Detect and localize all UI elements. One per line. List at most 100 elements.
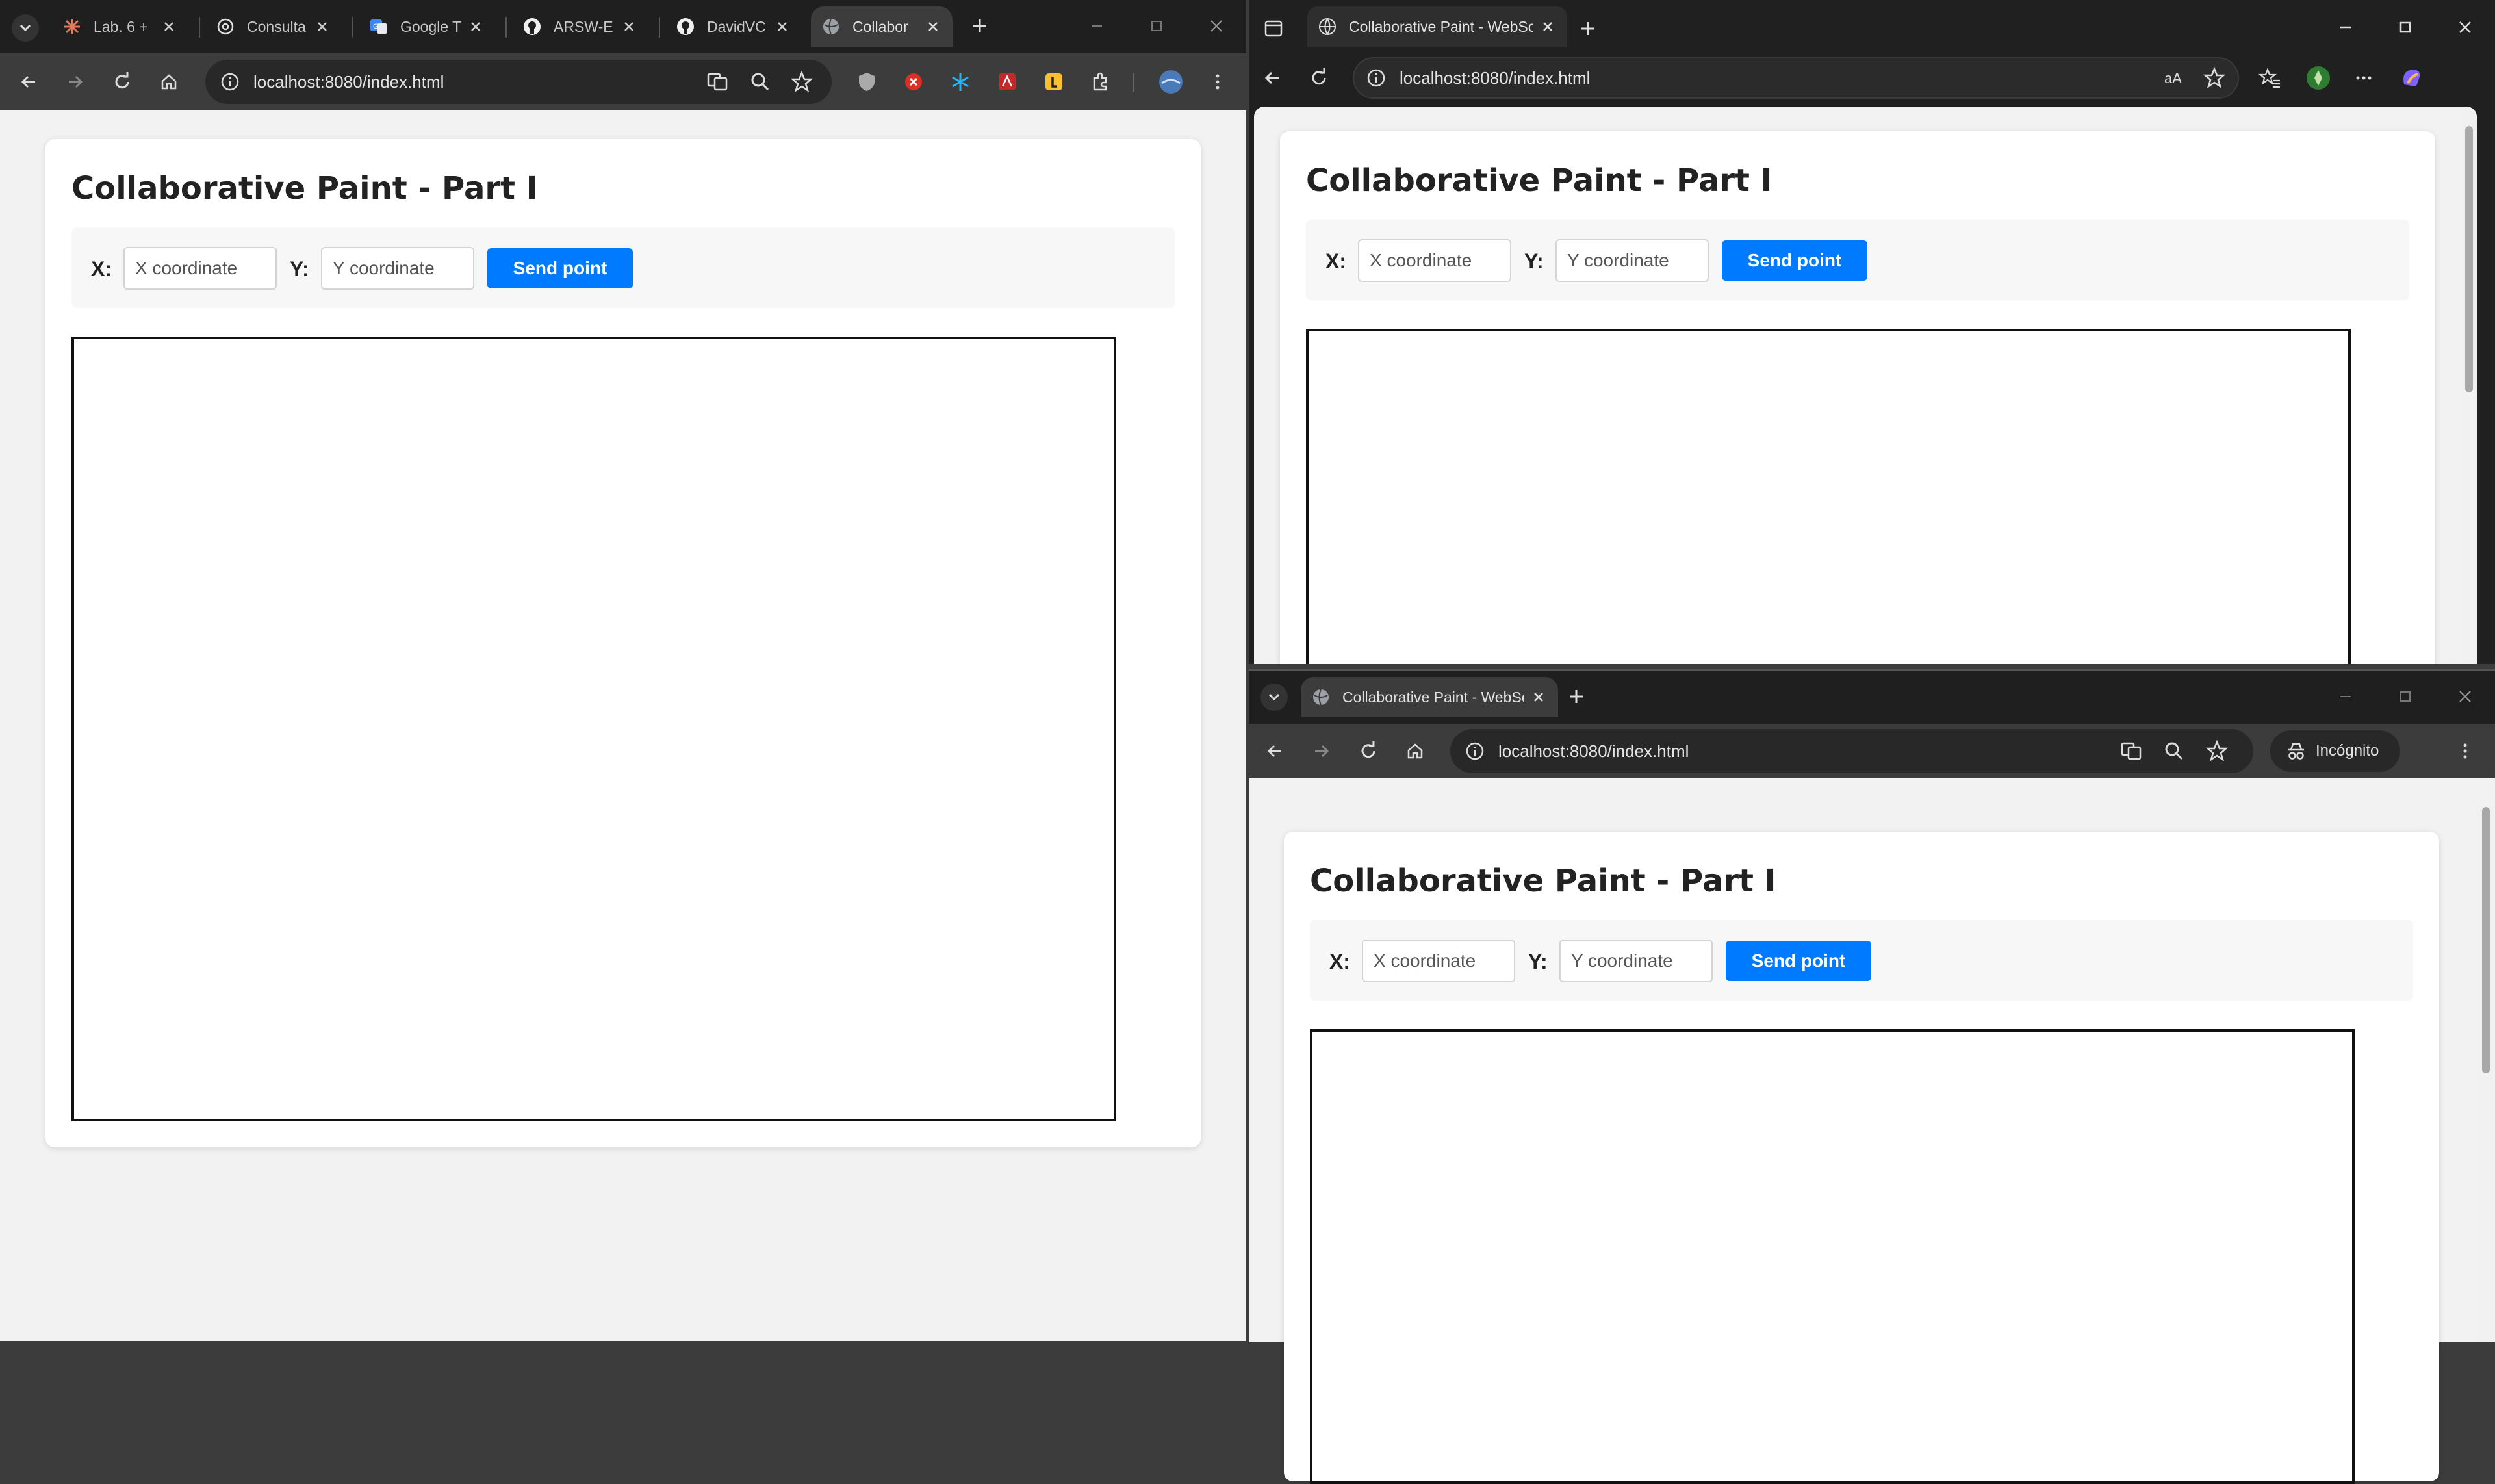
- back-icon[interactable]: [1260, 66, 1284, 90]
- x-coordinate-input[interactable]: [123, 247, 277, 290]
- vertical-scrollbar[interactable]: [2461, 107, 2477, 664]
- translate-icon[interactable]: [706, 70, 729, 94]
- y-coordinate-input[interactable]: [1559, 940, 1713, 982]
- page-viewport: Collaborative Paint - Part I X: Y: Send …: [1254, 107, 2477, 664]
- tab-collaborative-paint[interactable]: Collaborative Paint - WebSockets: [1307, 6, 1567, 47]
- snowflake-extension-icon[interactable]: [949, 70, 972, 94]
- site-info-icon[interactable]: [1463, 739, 1487, 763]
- tab-collaborative-paint[interactable]: Collabor: [811, 6, 953, 47]
- address-bar[interactable]: localhost:8080/index.html: [205, 60, 832, 104]
- new-tab-icon[interactable]: [1576, 17, 1600, 40]
- forward-icon[interactable]: [64, 70, 87, 94]
- bookmark-star-icon[interactable]: [2205, 739, 2229, 763]
- home-icon[interactable]: [1403, 739, 1427, 763]
- tab-collaborative-paint[interactable]: Collaborative Paint - WebSockets: [1301, 677, 1558, 717]
- close-icon[interactable]: [313, 18, 331, 36]
- menu-dots-icon[interactable]: [2352, 66, 2375, 90]
- extension-leaf-icon[interactable]: [2305, 65, 2331, 91]
- address-bar[interactable]: localhost:8080/index.html aA: [1353, 57, 2239, 99]
- l-extension-icon[interactable]: [1042, 70, 1066, 94]
- tab-title: DavidVC: [707, 18, 766, 35]
- profile-avatar-icon[interactable]: [1158, 69, 1184, 95]
- x-label: X:: [1329, 950, 1350, 973]
- vertical-scrollbar[interactable]: [2478, 804, 2494, 1342]
- incognito-badge[interactable]: Incógnito: [2270, 730, 2400, 772]
- tab-title: Collaborative Paint - WebSockets: [1349, 18, 1533, 35]
- tab-strip: Collaborative Paint - WebSockets: [1249, 671, 2495, 724]
- page-viewport: Collaborative Paint - Part I X: Y: Send …: [1249, 778, 2495, 1484]
- github-icon: [524, 18, 541, 35]
- y-coordinate-input[interactable]: [321, 247, 474, 290]
- x-coordinate-input[interactable]: [1362, 940, 1515, 982]
- minimize-icon[interactable]: [2334, 685, 2357, 708]
- minimize-icon[interactable]: [1085, 14, 1108, 38]
- tab-consulta[interactable]: Consulta: [205, 6, 342, 47]
- back-icon[interactable]: [17, 70, 40, 94]
- maximize-icon[interactable]: [2394, 16, 2417, 39]
- adblock-extension-icon[interactable]: [855, 70, 878, 94]
- home-icon[interactable]: [157, 70, 181, 94]
- site-info-icon[interactable]: [218, 70, 242, 94]
- tab-search-button[interactable]: [12, 14, 39, 42]
- drawing-canvas[interactable]: [1310, 1029, 2355, 1484]
- globe-icon: [1313, 689, 1329, 706]
- site-info-icon[interactable]: [1364, 66, 1388, 90]
- send-point-button[interactable]: Send point: [1722, 240, 1867, 281]
- close-icon[interactable]: [620, 18, 638, 36]
- translate-icon[interactable]: [2119, 739, 2143, 763]
- close-icon[interactable]: [1529, 688, 1548, 706]
- maximize-icon[interactable]: [2394, 685, 2417, 708]
- reload-icon[interactable]: [110, 70, 134, 94]
- red-x-extension-icon[interactable]: [902, 70, 925, 94]
- reload-icon[interactable]: [1307, 66, 1331, 90]
- address-bar[interactable]: localhost:8080/index.html: [1450, 729, 2253, 773]
- menu-dots-icon[interactable]: [1206, 70, 1229, 94]
- browser-window-right-bottom: Collaborative Paint - WebSockets localho…: [1249, 669, 2495, 1484]
- send-point-button[interactable]: Send point: [487, 248, 633, 288]
- github-icon: [677, 18, 694, 35]
- tab-lab6[interactable]: Lab. 6 +: [52, 6, 188, 47]
- close-icon[interactable]: [1539, 18, 1557, 36]
- new-tab-icon[interactable]: [1565, 685, 1588, 708]
- tab-google-translate[interactable]: G Google T: [359, 6, 495, 47]
- close-icon[interactable]: [924, 18, 942, 36]
- tab-search-button[interactable]: [1260, 684, 1288, 711]
- x-label: X:: [91, 257, 112, 281]
- y-coordinate-input[interactable]: [1555, 239, 1709, 282]
- close-icon[interactable]: [160, 18, 178, 36]
- bookmark-star-icon[interactable]: [790, 70, 813, 94]
- send-point-button[interactable]: Send point: [1726, 941, 1871, 981]
- read-aloud-icon[interactable]: aA: [2162, 66, 2186, 90]
- back-icon[interactable]: [1263, 739, 1286, 763]
- close-window-icon[interactable]: [2453, 16, 2477, 39]
- close-icon[interactable]: [467, 18, 485, 36]
- close-icon[interactable]: [773, 18, 791, 36]
- browser-toolbar: localhost:8080/index.html: [0, 53, 1246, 110]
- chatgpt-icon: [217, 18, 234, 35]
- drawing-canvas[interactable]: [1306, 329, 2351, 664]
- maximize-icon[interactable]: [1145, 14, 1168, 38]
- browser-toolbar: localhost:8080/index.html Incógnito: [1249, 724, 2495, 778]
- tab-arsw[interactable]: ARSW-E: [512, 6, 648, 47]
- pdf-extension-icon[interactable]: [995, 70, 1019, 94]
- favorites-icon[interactable]: [2258, 66, 2282, 90]
- tab-davidvc[interactable]: DavidVC: [665, 6, 802, 47]
- x-coordinate-input[interactable]: [1358, 239, 1511, 282]
- zoom-icon[interactable]: [748, 70, 772, 94]
- drawing-canvas[interactable]: [71, 337, 1116, 1121]
- scrollbar-thumb[interactable]: [2482, 807, 2490, 1073]
- minimize-icon[interactable]: [2334, 16, 2357, 39]
- scrollbar-thumb[interactable]: [2465, 126, 2473, 392]
- favorite-star-icon[interactable]: [2203, 66, 2226, 90]
- close-window-icon[interactable]: [1205, 14, 1228, 38]
- menu-dots-icon[interactable]: [2453, 739, 2477, 763]
- zoom-icon[interactable]: [2162, 739, 2186, 763]
- tab-title: Google T: [400, 18, 461, 35]
- new-tab-icon[interactable]: [968, 14, 992, 38]
- extensions-puzzle-icon[interactable]: [1089, 70, 1112, 94]
- forward-icon[interactable]: [1310, 739, 1333, 763]
- sidebar-toggle-icon[interactable]: [1262, 17, 1285, 40]
- copilot-icon[interactable]: [2399, 65, 2425, 91]
- close-window-icon[interactable]: [2453, 685, 2477, 708]
- reload-icon[interactable]: [1357, 739, 1380, 763]
